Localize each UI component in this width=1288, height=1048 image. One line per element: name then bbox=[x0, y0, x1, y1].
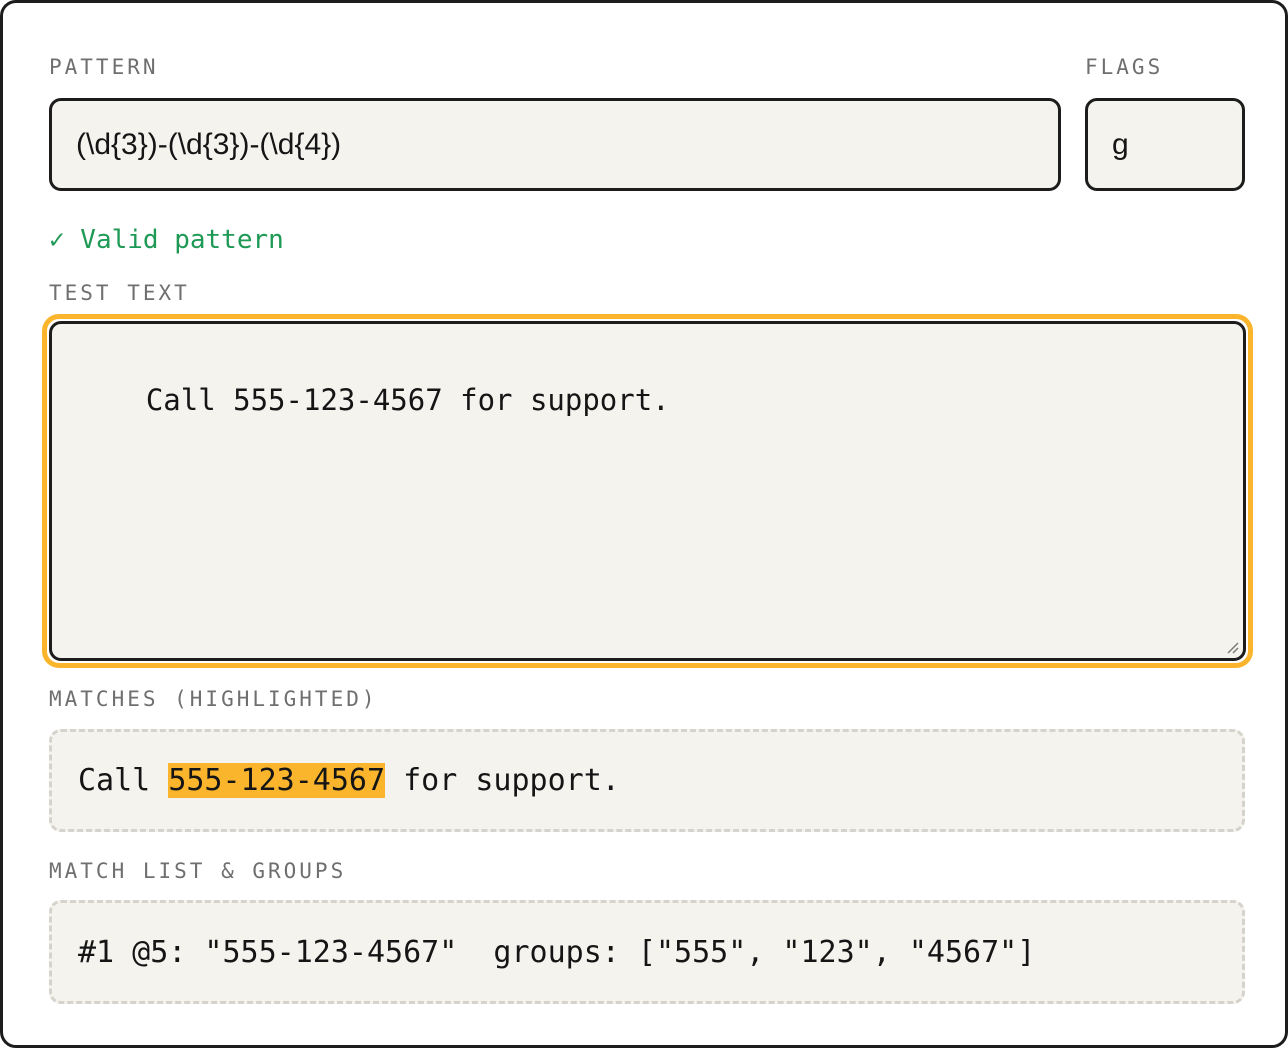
pattern-input[interactable]: (\d{3})-(\d{3})-(\d{4}) bbox=[49, 98, 1061, 191]
regex-tester-panel: PATTERN (\d{3})-(\d{3})-(\d{4}) FLAGS g … bbox=[0, 0, 1288, 1048]
flags-input[interactable]: g bbox=[1085, 98, 1245, 191]
matches-label: MATCHES (HIGHLIGHTED) bbox=[49, 687, 378, 711]
pattern-label: PATTERN bbox=[49, 55, 159, 79]
pattern-status: ✓ Valid pattern bbox=[49, 225, 284, 255]
test-text-area[interactable]: Call 555-123-4567 for support. bbox=[49, 321, 1246, 661]
match-text-before: Call bbox=[78, 763, 169, 798]
flags-label: FLAGS bbox=[1085, 55, 1164, 79]
test-text-value: Call 555-123-4567 for support. bbox=[145, 382, 670, 417]
match-highlight: 555-123-4567 bbox=[168, 763, 386, 798]
match-list-label: MATCH LIST & GROUPS bbox=[49, 859, 347, 883]
resize-grip-icon[interactable] bbox=[1225, 640, 1239, 654]
test-text-label: TEST TEXT bbox=[49, 281, 190, 305]
matches-output: Call 555-123-4567 for support. bbox=[49, 729, 1245, 832]
match-text-after: for support. bbox=[385, 763, 620, 798]
match-list-item: #1 @5: "555-123-4567" groups: ["555", "1… bbox=[78, 934, 1036, 970]
match-list-output: #1 @5: "555-123-4567" groups: ["555", "1… bbox=[49, 900, 1245, 1004]
